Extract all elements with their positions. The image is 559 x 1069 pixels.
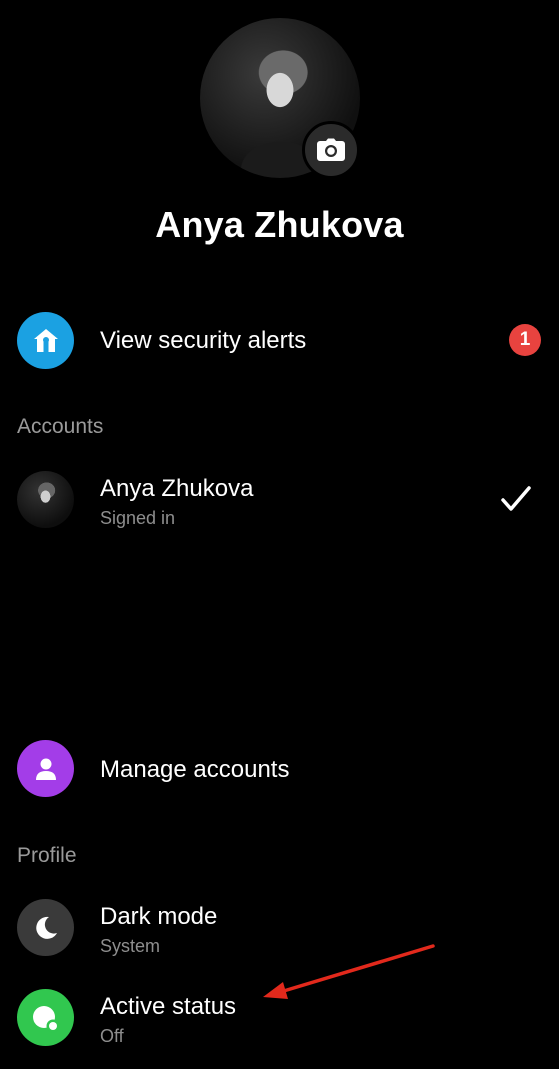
profile-section-label: Profile [17, 844, 77, 867]
person-icon [17, 740, 74, 797]
dark-mode-label: Dark mode [100, 903, 218, 930]
annotation-arrow [263, 944, 435, 999]
security-alerts-label: View security alerts [100, 327, 307, 354]
manage-accounts-row[interactable]: Manage accounts [0, 734, 559, 804]
account-item[interactable]: Anya Zhukova Signed in [0, 466, 559, 536]
security-alerts-row[interactable]: View security alerts 1 [0, 306, 559, 376]
alert-count-badge: 1 [509, 324, 541, 356]
moon-icon [17, 899, 74, 956]
active-status-label: Active status [100, 993, 237, 1020]
account-avatar [17, 471, 74, 528]
checkmark-icon [501, 486, 531, 511]
account-status: Signed in [100, 508, 176, 528]
accounts-section-label: Accounts [17, 415, 104, 438]
camera-button[interactable] [302, 121, 360, 179]
camera-icon [317, 138, 345, 161]
manage-accounts-label: Manage accounts [100, 756, 290, 783]
active-status-icon [17, 989, 74, 1046]
active-status-value: Off [100, 1026, 124, 1046]
profile-name: Anya Zhukova [155, 204, 404, 245]
dark-mode-value: System [100, 936, 161, 956]
shield-house-icon [17, 312, 74, 369]
account-name: Anya Zhukova [100, 475, 254, 502]
